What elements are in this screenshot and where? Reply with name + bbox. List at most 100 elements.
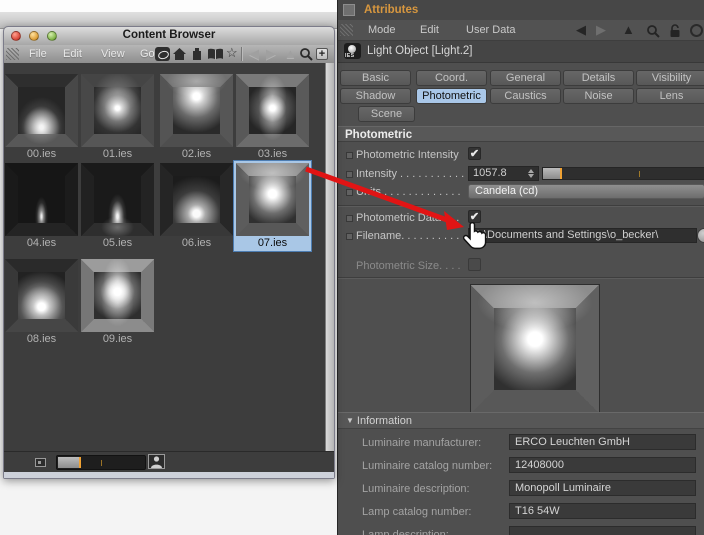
thumbnail-08[interactable]: 08.ies: [4, 258, 79, 346]
back-arrow-icon[interactable]: ◀: [576, 22, 586, 38]
tab-visibility[interactable]: Visibility: [636, 70, 704, 86]
small-thumbnail-icon[interactable]: [35, 458, 46, 467]
photometric-intensity-checkbox[interactable]: ✔: [468, 147, 481, 160]
lamp-description-field[interactable]: [509, 526, 696, 535]
photometric-size-checkbox[interactable]: [468, 258, 481, 271]
content-browser-titlebar[interactable]: Content Browser: [4, 27, 334, 46]
intensity-slider[interactable]: [542, 167, 704, 180]
tab-noise[interactable]: Noise: [563, 88, 634, 104]
filename-label: Filename. . . . . . . . . .: [356, 230, 459, 242]
collapse-triangle-icon[interactable]: ▼: [346, 413, 354, 429]
ies-render-image: [236, 74, 309, 147]
thumbnail-06[interactable]: 06.ies: [159, 162, 234, 250]
thumbnail-grid: 00.ies 01.ies 02.ies 03.ies 04.ies 05.ie…: [4, 63, 334, 451]
thumbnail-label: 06.ies: [159, 237, 234, 250]
link-icon[interactable]: [690, 24, 703, 37]
thumbnail-label: 04.ies: [4, 237, 79, 250]
thumbnail-09[interactable]: 09.ies: [80, 258, 155, 346]
luminaire-description-label: Luminaire description:: [362, 483, 470, 495]
tab-caustics[interactable]: Caustics: [490, 88, 561, 104]
intensity-label: Intensity . . . . . . . . . . .: [356, 168, 464, 180]
thumbnail-04[interactable]: 04.ies: [4, 162, 79, 250]
slider-tick: [639, 171, 640, 177]
thumbnail-03[interactable]: 03.ies: [235, 73, 310, 161]
luminaire-catalog-number-field[interactable]: 12408000: [509, 457, 696, 473]
forward-arrow-icon[interactable]: ▶: [266, 46, 276, 62]
luminaire-description-field[interactable]: Monopoll Luminaire: [509, 480, 696, 496]
anim-dot[interactable]: [346, 233, 353, 240]
ies-render-image: [160, 163, 233, 236]
photometric-preview-image: [470, 284, 600, 414]
photometric-intensity-label: Photometric Intensity: [356, 149, 459, 161]
anim-dot[interactable]: [346, 189, 353, 196]
menu-edit[interactable]: Edit: [63, 48, 82, 60]
content-browser-window: Content Browser File Edit View Go ☆ ◀ ▶ …: [3, 26, 335, 479]
luminaire-catalog-number-label: Luminaire catalog number:: [362, 460, 492, 472]
spinner-icon[interactable]: [527, 168, 536, 179]
container-icon[interactable]: [190, 47, 204, 61]
lock-icon[interactable]: [668, 23, 682, 38]
forward-arrow-icon[interactable]: ▶: [596, 22, 606, 38]
favorites-star-icon[interactable]: ☆: [226, 45, 238, 61]
panel-icon[interactable]: [343, 4, 355, 16]
thumbnail-00[interactable]: 00.ies: [4, 73, 79, 161]
tab-lens[interactable]: Lens: [636, 88, 704, 104]
screen: Content Browser File Edit View Go ☆ ◀ ▶ …: [0, 0, 704, 535]
menu-edit[interactable]: Edit: [420, 24, 439, 36]
menu-file[interactable]: File: [29, 48, 47, 60]
anim-dot[interactable]: [346, 215, 353, 222]
attributes-titlebar[interactable]: Attributes: [338, 0, 704, 21]
tab-shadow[interactable]: Shadow: [340, 88, 411, 104]
information-section-header[interactable]: ▼Information: [338, 412, 704, 429]
thumbnail-07-selected[interactable]: 07.ies: [233, 160, 312, 252]
photometric-data-checkbox[interactable]: ✔: [468, 210, 481, 223]
thumbnail-05[interactable]: 05.ies: [80, 162, 155, 250]
thumbnail-size-slider[interactable]: [56, 455, 146, 470]
anim-dot[interactable]: [346, 171, 353, 178]
slider-handle[interactable]: [58, 457, 79, 468]
lamp-catalog-number-label: Lamp catalog number:: [362, 506, 471, 518]
home-icon[interactable]: [172, 47, 187, 61]
grip-icon[interactable]: [6, 48, 19, 60]
catalog-book-icon[interactable]: [207, 47, 224, 61]
search-icon[interactable]: [646, 24, 660, 38]
tab-general[interactable]: General: [490, 70, 561, 86]
up-arrow-icon[interactable]: ▲: [284, 46, 297, 61]
menu-go[interactable]: Go: [140, 48, 155, 60]
tab-basic[interactable]: Basic: [340, 70, 411, 86]
luminaire-manufacturer-label: Luminaire manufacturer:: [362, 437, 481, 449]
up-arrow-icon[interactable]: ▲: [622, 22, 635, 37]
desktop-strip: [0, 0, 337, 12]
grip-icon[interactable]: [340, 24, 353, 36]
tab-scene[interactable]: Scene: [358, 106, 415, 122]
ies-render-image: [81, 74, 154, 147]
browse-file-button[interactable]: [697, 228, 704, 243]
tab-coord[interactable]: Coord.: [416, 70, 487, 86]
thumbnail-02[interactable]: 02.ies: [159, 73, 234, 161]
menu-user-data[interactable]: User Data: [466, 24, 516, 36]
add-button[interactable]: +: [316, 48, 328, 60]
browser-view-icon[interactable]: [155, 47, 170, 61]
ies-render-image: [236, 163, 309, 236]
anim-dot[interactable]: [346, 152, 353, 159]
ies-light-icon: [344, 43, 361, 59]
lamp-catalog-number-field[interactable]: T16 54W: [509, 503, 696, 519]
person-icon[interactable]: [148, 454, 165, 469]
units-dropdown[interactable]: Candela (cd): [468, 184, 704, 199]
thumbnail-01[interactable]: 01.ies: [80, 73, 155, 161]
window-bottom-edge: [4, 472, 334, 478]
luminaire-manufacturer-field[interactable]: ERCO Leuchten GmbH: [509, 434, 696, 450]
tab-photometric-selected[interactable]: Photometric: [416, 88, 487, 104]
ies-render-image: [81, 163, 154, 236]
tab-details[interactable]: Details: [563, 70, 634, 86]
search-icon[interactable]: [299, 47, 313, 61]
filename-input[interactable]: C:\Documents and Settings\o_becker\: [468, 228, 697, 243]
lamp-description-label: Lamp description:: [362, 529, 449, 535]
vertical-scrollbar[interactable]: [325, 63, 334, 451]
menu-view[interactable]: View: [101, 48, 125, 60]
slider-handle[interactable]: [543, 168, 560, 179]
intensity-input[interactable]: 1057.8: [468, 166, 539, 181]
back-arrow-icon[interactable]: ◀: [249, 46, 259, 62]
menu-mode[interactable]: Mode: [368, 24, 396, 36]
object-name: Light Object [Light.2]: [367, 45, 472, 57]
